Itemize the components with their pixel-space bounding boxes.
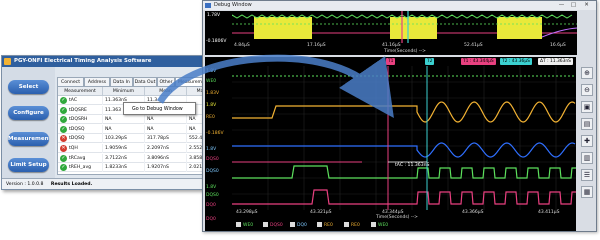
navigation-arrow xyxy=(156,54,394,119)
tac-annotation-label: tAC : 11.363nS xyxy=(395,163,430,168)
